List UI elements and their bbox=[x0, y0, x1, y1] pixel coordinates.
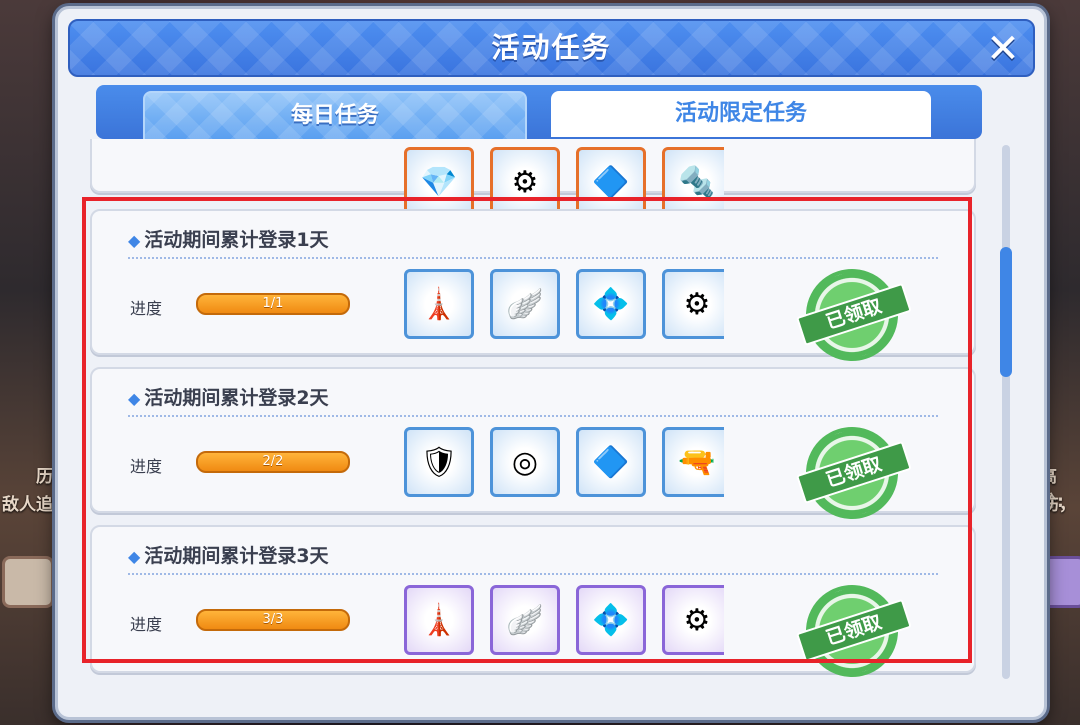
scrollbar[interactable] bbox=[1000, 145, 1012, 679]
close-icon: ✕ bbox=[986, 26, 1020, 72]
task-dialog: 活动任务 ✕ 每日任务 活动限定任务 💎 ⚙ 🔷 🔩 ◆ 活动期间累计登录1天 进… bbox=[55, 6, 1047, 720]
task-title: 活动期间累计登录2天 bbox=[144, 387, 329, 409]
divider bbox=[128, 415, 938, 417]
tower-icon[interactable]: 🗼 bbox=[404, 585, 474, 655]
tab-bar: 每日任务 活动限定任务 bbox=[96, 85, 982, 141]
chip-icon[interactable]: 🔷 bbox=[576, 427, 646, 497]
claimed-stamp: 已领取 bbox=[794, 573, 912, 679]
claimed-stamp: 已领取 bbox=[794, 415, 912, 531]
reward-icon[interactable]: 🔩 bbox=[662, 147, 724, 217]
core-icon[interactable]: ◎ bbox=[490, 427, 560, 497]
progress-bar: 2/2 bbox=[196, 451, 350, 473]
divider bbox=[128, 257, 938, 259]
gear-icon[interactable]: ⚙ bbox=[662, 585, 724, 655]
task-list[interactable]: 💎 ⚙ 🔷 🔩 ◆活动期间累计登录1天 进度 1/1 🗼 🪽 💠 ⚙ 已领取 bbox=[86, 139, 978, 679]
background-gear-icon bbox=[2, 556, 54, 608]
cannon-icon[interactable]: 🔫 bbox=[662, 427, 724, 497]
reward-icon[interactable]: 🔷 bbox=[576, 147, 646, 217]
task-card-partial: 💎 ⚙ 🔷 🔩 bbox=[90, 139, 976, 217]
progress-label: 进度 bbox=[130, 457, 163, 476]
diamond-icon: ◆ bbox=[128, 389, 141, 408]
progress-label: 进度 bbox=[130, 615, 163, 634]
dialog-title: 活动任务 bbox=[491, 31, 612, 64]
reward-list: 🗼 🪽 💠 ⚙ bbox=[404, 269, 724, 345]
progress-label: 进度 bbox=[130, 299, 163, 318]
reward-list: 🗼 🪽 💠 ⚙ bbox=[404, 585, 724, 661]
gear-icon[interactable]: ⚙ bbox=[662, 269, 724, 339]
background-text: 历 bbox=[36, 467, 53, 487]
claimed-label: 已领取 bbox=[796, 282, 912, 346]
crystal-icon[interactable]: 💠 bbox=[576, 269, 646, 339]
scroll-thumb[interactable] bbox=[1000, 247, 1012, 377]
reward-icon[interactable]: ⚙ bbox=[490, 147, 560, 217]
crystal-icon[interactable]: 💠 bbox=[576, 585, 646, 655]
tab-daily-tasks[interactable]: 每日任务 bbox=[143, 91, 527, 141]
gem-shield-icon[interactable]: 🛡 bbox=[404, 427, 474, 497]
progress-bar: 1/1 bbox=[196, 293, 350, 315]
wing-icon[interactable]: 🪽 bbox=[490, 585, 560, 655]
wing-icon[interactable]: 🪽 bbox=[490, 269, 560, 339]
task-card: ◆ 活动期间累计登录2天 进度 2/2 🛡 ◎ 🔷 🔫 已领取 bbox=[90, 367, 976, 531]
tower-icon[interactable]: 🗼 bbox=[404, 269, 474, 339]
reward-list: 🛡 ◎ 🔷 🔫 bbox=[404, 427, 724, 503]
divider bbox=[128, 573, 938, 575]
task-title: 活动期间累计登录1天 bbox=[144, 229, 329, 251]
diamond-icon: ◆ bbox=[128, 547, 141, 566]
dialog-header: 活动任务 ✕ bbox=[68, 19, 1035, 77]
progress-bar: 3/3 bbox=[196, 609, 350, 631]
claimed-label: 已领取 bbox=[796, 440, 912, 504]
diamond-icon: ◆ bbox=[128, 231, 141, 250]
claimed-stamp: 已领取 bbox=[794, 257, 912, 373]
claimed-label: 已领取 bbox=[796, 598, 912, 662]
task-card: ◆ 活动期间累计登录1天 进度 1/1 🗼 🪽 💠 ⚙ 已领取 bbox=[90, 209, 976, 373]
tab-event-tasks[interactable]: 活动限定任务 bbox=[551, 91, 931, 137]
close-button[interactable]: ✕ bbox=[983, 26, 1023, 72]
task-card: ◆ 活动期间累计登录3天 进度 3/3 🗼 🪽 💠 ⚙ 已领取 bbox=[90, 525, 976, 679]
background-text: 伤， bbox=[1042, 495, 1076, 515]
task-title: 活动期间累计登录3天 bbox=[144, 545, 329, 567]
background-text: 敌人追 bbox=[2, 495, 53, 515]
reward-icon[interactable]: 💎 bbox=[404, 147, 474, 217]
